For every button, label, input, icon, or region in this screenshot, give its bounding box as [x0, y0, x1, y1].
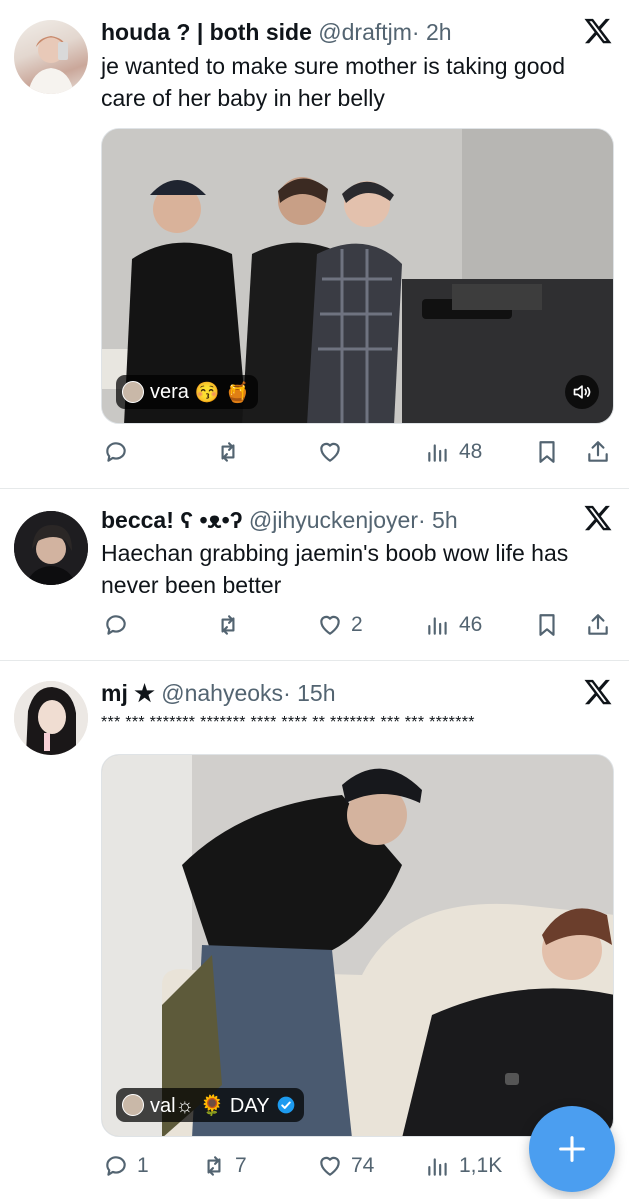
avatar[interactable]: [14, 511, 88, 585]
retweet-icon: [221, 615, 235, 635]
user-handle[interactable]: @nahyeoks: [161, 680, 283, 706]
tweet[interactable]: becca! ʕ •ᴥ•ʔ @jihyuckenjoyer· 5h Haecha…: [0, 489, 629, 661]
views-count: 46: [459, 613, 483, 636]
like-count: 2: [351, 613, 363, 636]
video-frame: [102, 755, 613, 1136]
verified-badge-icon: [277, 1096, 294, 1114]
x-logo-icon[interactable]: [583, 16, 613, 46]
reply-icon: [106, 615, 126, 635]
display-name[interactable]: mj ★: [101, 680, 155, 706]
creator-name: vera: [150, 380, 189, 403]
user-handle[interactable]: @jihyuckenjoyer: [249, 507, 418, 533]
like-count: 74: [351, 1154, 375, 1177]
views-button[interactable]: 1,1K: [425, 1151, 502, 1181]
speaker-icon: [573, 385, 591, 399]
tweet[interactable]: houda ? | both side @draftjm· 2h je want…: [0, 0, 629, 489]
retweet-icon: [207, 1156, 221, 1176]
views-icon: [428, 617, 447, 635]
bookmark-button[interactable]: [534, 610, 560, 640]
tweet-text: *** *** ******* ******* **** **** ** ***…: [101, 714, 475, 731]
video-creator-chip[interactable]: vera 😚 🍯: [116, 375, 259, 409]
views-button[interactable]: 46: [425, 610, 482, 640]
reply-button[interactable]: 1: [103, 1151, 149, 1181]
display-name[interactable]: houda ? | both side: [101, 19, 312, 45]
creator-avatar: [122, 381, 144, 403]
timestamp[interactable]: · 15h: [283, 680, 335, 706]
tweet-actions: 48: [101, 437, 615, 467]
video-creator-chip[interactable]: val☼ 🌻 DAY: [116, 1088, 304, 1122]
compose-button[interactable]: [529, 1106, 615, 1192]
views-count: 48: [459, 440, 483, 463]
reply-count: 1: [137, 1154, 149, 1177]
share-icon: [588, 614, 608, 635]
user-handle[interactable]: @draftjm: [318, 19, 412, 45]
retweet-button[interactable]: [215, 437, 249, 467]
views-icon: [428, 1158, 447, 1176]
retweet-button[interactable]: 7: [201, 1151, 247, 1181]
creator-avatar: [122, 1094, 144, 1116]
heart-icon: [320, 1156, 340, 1176]
x-logo-icon[interactable]: [583, 503, 613, 533]
like-button[interactable]: 74: [317, 1151, 374, 1181]
plus-icon: [559, 1136, 585, 1162]
timestamp[interactable]: · 2h: [412, 19, 452, 45]
tweet-video[interactable]: val☼ 🌻 DAY: [101, 754, 614, 1137]
tweet-video[interactable]: vera 😚 🍯: [101, 128, 614, 424]
share-icon: [588, 441, 608, 462]
tweet-text: je wanted to make sure mother is taking …: [101, 53, 566, 111]
bookmark-button[interactable]: [534, 437, 560, 467]
views-icon: [428, 444, 447, 462]
share-button[interactable]: [585, 437, 611, 467]
retweet-count: 7: [235, 1154, 247, 1177]
volume-button[interactable]: [565, 375, 599, 409]
share-button[interactable]: [585, 610, 611, 640]
heart-icon: [320, 442, 340, 462]
display-name[interactable]: becca! ʕ •ᴥ•ʔ: [101, 507, 243, 533]
tweet-text: Haechan grabbing jaemin's boob wow life …: [101, 540, 569, 598]
x-logo-icon[interactable]: [583, 677, 613, 707]
avatar[interactable]: [14, 681, 88, 755]
retweet-icon: [221, 442, 235, 462]
reply-icon: [106, 1156, 126, 1176]
tweet[interactable]: mj ★ @nahyeoks· 15h *** *** ******* ****…: [0, 661, 629, 1199]
avatar[interactable]: [14, 20, 88, 94]
views-button[interactable]: 48: [425, 437, 482, 467]
timestamp[interactable]: · 5h: [418, 507, 458, 533]
creator-name: val☼ 🌻 DAY: [150, 1094, 270, 1117]
tweet-actions: 2 46: [101, 610, 615, 640]
retweet-button[interactable]: [215, 610, 249, 640]
like-button[interactable]: 2: [317, 610, 363, 640]
reply-button[interactable]: [103, 610, 137, 640]
heart-icon: [320, 615, 340, 635]
views-count: 1,1K: [459, 1154, 503, 1177]
like-button[interactable]: [317, 437, 351, 467]
bookmark-icon: [539, 441, 555, 463]
bookmark-icon: [539, 614, 555, 636]
reply-button[interactable]: [103, 437, 137, 467]
reply-icon: [106, 442, 126, 462]
creator-emoji: 😚 🍯: [194, 381, 251, 404]
